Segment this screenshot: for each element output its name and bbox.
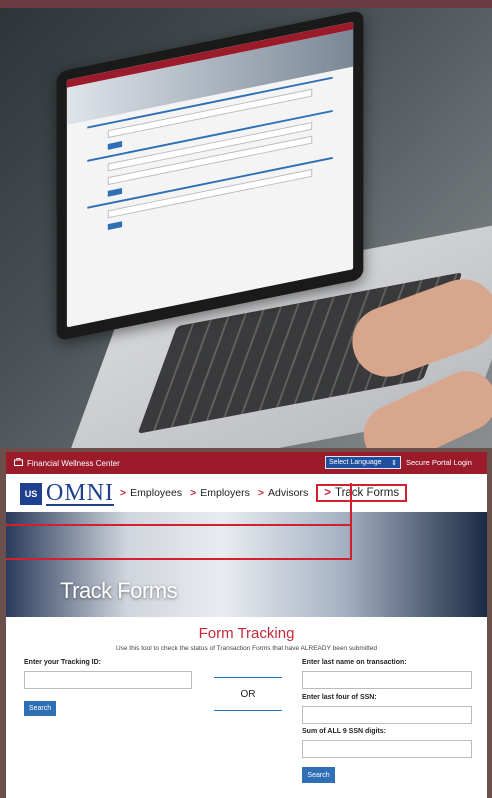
chevron-right-icon: > [324,487,331,499]
nav-item-label: Advisors [267,487,309,499]
ssn-sum-input[interactable] [302,740,472,758]
tracking-id-label: Enter your Tracking ID: [24,659,102,666]
hero-title: Track Forms [60,578,178,603]
form-tracking-section: Form Tracking Use this tool to check the… [6,617,487,798]
form-tracking-subtitle: Use this tool to check the status of Tra… [115,645,378,652]
tracking-id-input[interactable] [24,671,192,689]
secure-portal-login-link[interactable]: Secure Portal Login [406,458,472,467]
nav-item-employers[interactable]: > Employers [190,487,250,502]
chevron-right-icon: > [190,487,197,499]
site-top-bar: Financial Wellness Center Select Languag… [6,452,487,474]
laptop-screen-content [66,21,354,328]
or-divider: OR [214,677,282,711]
language-select[interactable]: Select Language ⇕ [325,456,401,469]
search-button-left[interactable]: Search [24,701,56,716]
select-arrows-icon: ⇕ [391,459,397,467]
nav-item-track-forms[interactable]: > Track Forms [316,484,408,502]
ssn-sum-label: Sum of ALL 9 SSN digits: [302,728,387,735]
briefcase-icon [14,458,23,468]
highlight-callout-box [6,524,352,560]
language-select-value: Select Language [329,459,382,466]
site-nav: US OMNI > Employees > Employers > Advisors … [6,474,487,512]
top-border-strip [0,0,492,8]
nav-item-employees[interactable]: > Employees [120,487,182,502]
last-name-input[interactable] [302,671,472,689]
laptop-photo: ck ur [0,8,492,448]
logo-name: OMNI [46,480,114,506]
nav-menu: > Employees > Employers > Advisors > Track F… [120,484,408,502]
financial-wellness-label: Financial Wellness Center [27,458,120,468]
logo-box: US [20,483,42,505]
financial-wellness-link[interactable]: Financial Wellness Center [14,458,120,468]
ssn-last-four-input[interactable] [302,706,472,724]
nav-item-label: Track Forms [334,487,400,499]
nav-item-advisors[interactable]: > Advisors [258,487,308,502]
highlight-callout-stem [350,483,352,525]
nav-item-label: Employers [200,487,250,499]
chevron-right-icon: > [120,487,127,499]
ssn-last-four-label: Enter last four of SSN: [302,694,377,701]
chevron-right-icon: > [257,487,264,499]
us-omni-logo[interactable]: US OMNI [20,480,114,506]
website-panel: Financial Wellness Center Select Languag… [6,452,487,798]
hero-banner: Track Forms [6,483,487,617]
nav-item-label: Employees [130,487,183,499]
last-name-label: Enter last name on transaction: [302,659,407,666]
search-button-right[interactable]: Search [302,767,335,783]
form-tracking-title: Form Tracking [198,625,295,642]
